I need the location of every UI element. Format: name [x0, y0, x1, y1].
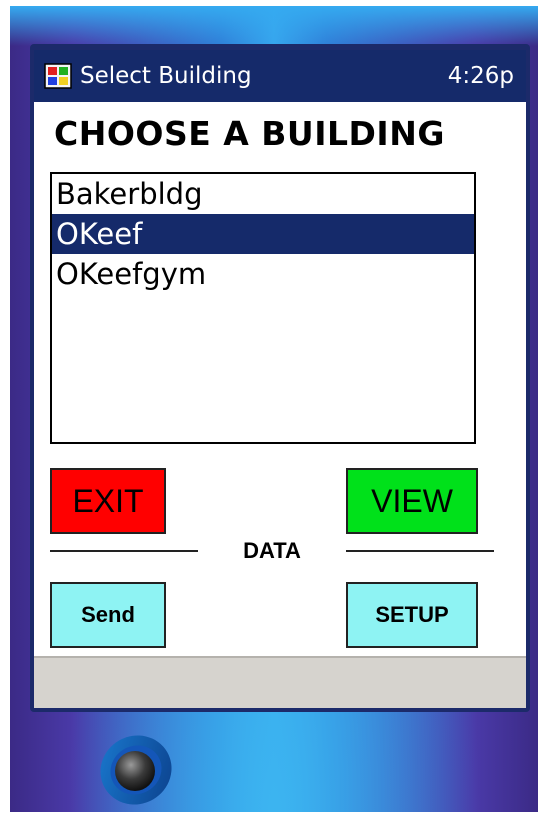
title-bar: Select Building 4:26p	[34, 50, 526, 102]
divider-right	[346, 550, 494, 552]
menu-bar	[34, 656, 526, 708]
page-heading: CHOOSE A BUILDING	[54, 114, 445, 153]
list-item-okeefgym[interactable]: OKeefgym	[52, 254, 474, 294]
view-button[interactable]: VIEW	[346, 468, 478, 534]
screen-bezel: Select Building 4:26p CHOOSE A BUILDING …	[30, 44, 530, 712]
divider-left	[50, 550, 198, 552]
list-item-bakerbldg[interactable]: Bakerbldg	[52, 174, 474, 214]
list-item-okeef[interactable]: OKeef	[52, 214, 474, 254]
device-frame: Select Building 4:26p CHOOSE A BUILDING …	[10, 6, 538, 812]
window-title: Select Building	[80, 63, 252, 89]
screen: Select Building 4:26p CHOOSE A BUILDING …	[34, 50, 526, 708]
hardware-action-button[interactable]	[96, 730, 176, 808]
send-button[interactable]: Send	[50, 582, 166, 648]
clock[interactable]: 4:26p	[448, 62, 514, 90]
windows-flag-start-icon[interactable]	[44, 62, 72, 90]
data-section-label: DATA	[243, 538, 301, 563]
setup-button[interactable]: SETUP	[346, 582, 478, 648]
building-listbox[interactable]: Bakerbldg OKeef OKeefgym	[50, 172, 476, 444]
device-glow	[10, 6, 538, 46]
exit-button[interactable]: EXIT	[50, 468, 166, 534]
